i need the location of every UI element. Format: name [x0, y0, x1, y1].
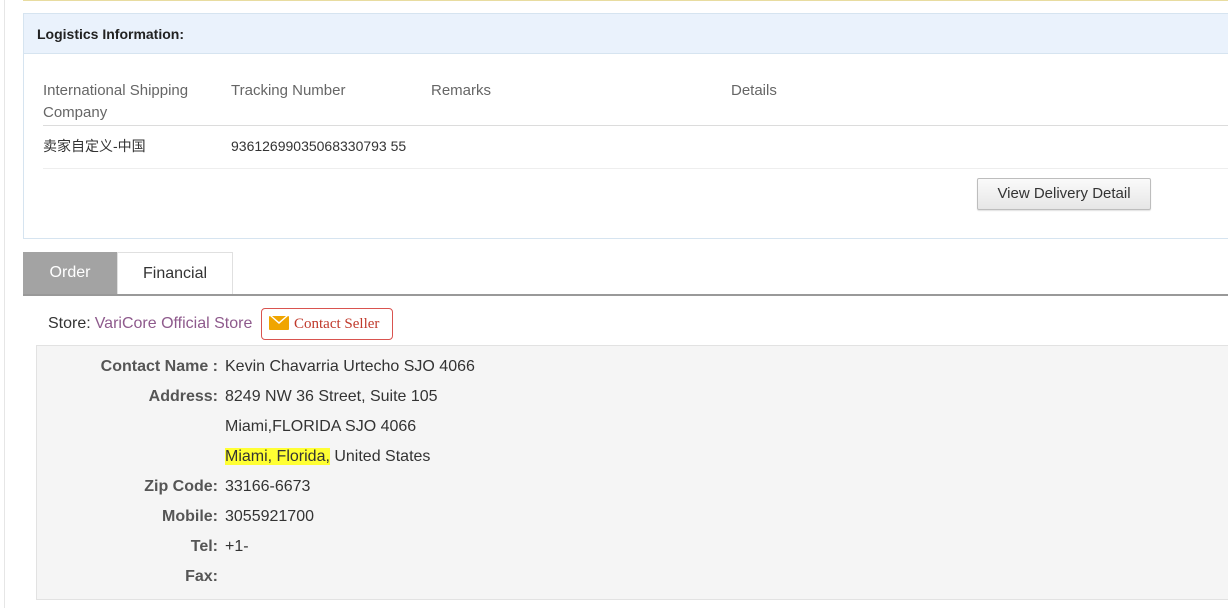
- mobile-label: Mobile:: [162, 508, 218, 525]
- page-left-rule: [4, 0, 5, 608]
- order-tabs: Order Financial: [23, 252, 1228, 296]
- logistics-title: Logistics Information:: [24, 14, 1228, 54]
- mobile-row: Mobile: 3055921700: [37, 502, 1228, 532]
- tab-financial[interactable]: Financial: [117, 252, 233, 294]
- shipping-address-box: Contact Name : Kevin Chavarria Urtecho S…: [36, 345, 1228, 600]
- contact-name-value: Kevin Chavarria Urtecho SJO 4066: [225, 358, 475, 375]
- contact-seller-label: Contact Seller: [294, 316, 380, 332]
- envelope-icon: [269, 316, 289, 330]
- contact-seller-button[interactable]: Contact Seller: [261, 308, 393, 340]
- column-header-remarks: Remarks: [431, 82, 492, 99]
- highlighted-city: Miami, Florida,: [225, 448, 330, 465]
- contact-name-label: Contact Name :: [100, 358, 218, 375]
- column-header-details: Details: [731, 82, 777, 99]
- column-header-tracking: Tracking Number: [231, 82, 346, 99]
- logistics-table-header: International Shipping Company Tracking …: [43, 80, 1228, 126]
- mobile-value: 3055921700: [225, 508, 314, 525]
- address-country: United States: [329, 448, 431, 465]
- address-line-1: 8249 NW 36 Street, Suite 105: [225, 388, 438, 405]
- fax-row: Fax:: [37, 562, 1228, 592]
- column-header-company: International Shipping Company: [43, 82, 189, 121]
- logistics-panel: Logistics Information: International Shi…: [23, 13, 1228, 239]
- store-name-link[interactable]: VariCore Official Store: [95, 315, 253, 332]
- address-label: Address:: [148, 388, 218, 405]
- zip-code-value: 33166-6673: [225, 478, 311, 495]
- view-delivery-detail-button[interactable]: View Delivery Detail: [977, 178, 1151, 210]
- table-row: 卖家自定义-中国 93612699035068330793 55: [43, 125, 1228, 169]
- tel-value: +1-: [225, 538, 249, 555]
- tracking-number-cell: 93612699035068330793 55: [231, 138, 407, 154]
- contact-name-row: Contact Name : Kevin Chavarria Urtecho S…: [37, 352, 1228, 382]
- address-line-3-row: Miami, Florida, United States: [37, 442, 1228, 472]
- tel-label: Tel:: [190, 538, 218, 555]
- shipping-company-cell: 卖家自定义-中国: [43, 138, 146, 154]
- store-line: Store: VariCore Official Store: [48, 307, 252, 341]
- top-border-line: [23, 0, 1228, 1]
- tel-row: Tel: +1-: [37, 532, 1228, 562]
- address-line-2: Miami,FLORIDA SJO 4066: [225, 418, 417, 435]
- address-row: Address: 8249 NW 36 Street, Suite 105: [37, 382, 1228, 412]
- zip-code-row: Zip Code: 33166-6673: [37, 472, 1228, 502]
- address-line-2-row: Miami,FLORIDA SJO 4066: [37, 412, 1228, 442]
- address-line-3: Miami, Florida, United States: [225, 442, 430, 472]
- zip-code-label: Zip Code:: [144, 478, 218, 495]
- fax-label: Fax:: [185, 568, 218, 585]
- store-label: Store:: [48, 315, 91, 332]
- tab-order[interactable]: Order: [23, 252, 117, 294]
